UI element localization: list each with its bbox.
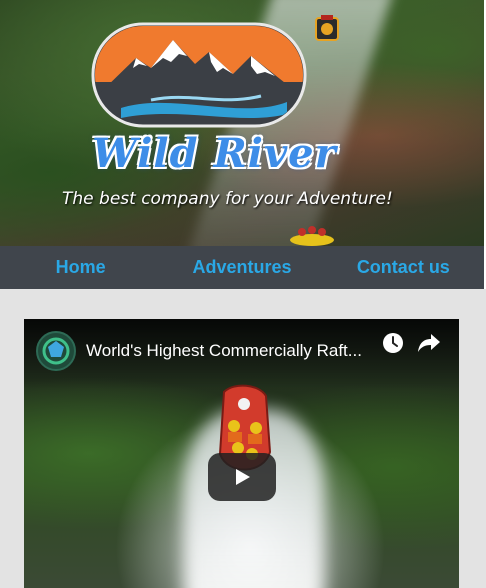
logo-badge bbox=[91, 22, 307, 128]
play-icon bbox=[236, 469, 250, 485]
video-title[interactable]: World's Highest Commercially Raft... bbox=[86, 341, 386, 361]
play-button[interactable] bbox=[208, 453, 276, 501]
tagline: The best company for your Adventure! bbox=[62, 189, 393, 209]
raft-icon bbox=[290, 226, 334, 246]
nav-contact-us[interactable]: Contact us bbox=[323, 246, 484, 289]
main-nav: Home Adventures Contact us bbox=[0, 246, 484, 289]
header-banner: Wild River The best company for your Adv… bbox=[0, 0, 486, 246]
emblem-icon bbox=[315, 15, 339, 41]
nav-home[interactable]: Home bbox=[0, 246, 161, 289]
clock-icon[interactable] bbox=[382, 332, 404, 354]
nav-adventures[interactable]: Adventures bbox=[161, 246, 322, 289]
share-icon[interactable] bbox=[417, 332, 441, 354]
channel-avatar[interactable] bbox=[36, 331, 76, 371]
video-player[interactable]: World's Highest Commercially Raft... bbox=[24, 319, 459, 588]
aperture-icon bbox=[42, 337, 70, 365]
brand-name: Wild River bbox=[92, 130, 337, 177]
